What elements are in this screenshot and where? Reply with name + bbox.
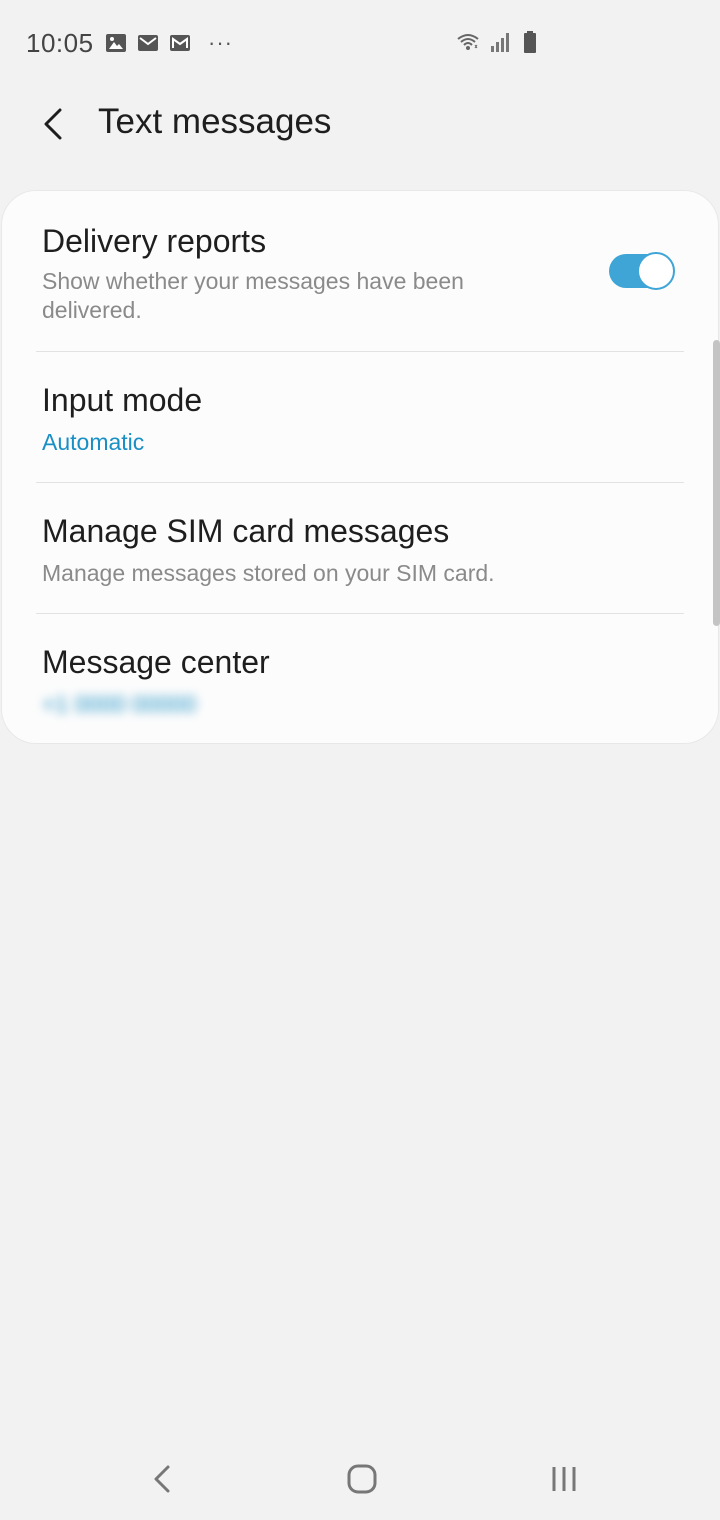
recents-nav-icon — [552, 1467, 576, 1491]
input-mode-title: Input mode — [42, 382, 203, 418]
manage-sim-title: Manage SIM card messages — [42, 513, 450, 549]
notification-icons: ··· — [104, 30, 233, 56]
status-bar: 10:05 ··· — [0, 0, 720, 88]
delivery-reports-subtitle: Show whether your messages have been del… — [42, 268, 464, 323]
settings-card: Delivery reports Show whether your messa… — [2, 191, 718, 743]
manage-sim-row[interactable]: Manage SIM card messages Manage messages… — [2, 483, 718, 613]
system-icons — [454, 30, 542, 54]
nav-back-button[interactable] — [132, 1454, 192, 1504]
nav-recents-button[interactable] — [534, 1454, 594, 1504]
home-nav-icon — [347, 1464, 377, 1494]
gmail-icon — [170, 35, 190, 51]
gallery-icon — [106, 34, 126, 52]
message-center-title: Message center — [42, 644, 270, 680]
back-nav-icon — [154, 1465, 170, 1493]
scroll-indicator[interactable] — [713, 340, 720, 626]
manage-sim-subtitle: Manage messages stored on your SIM card. — [42, 560, 495, 586]
toggle-knob — [637, 252, 675, 290]
nav-home-button[interactable] — [332, 1454, 392, 1504]
back-button[interactable] — [30, 98, 78, 150]
battery-icon — [524, 31, 536, 53]
delivery-reports-title: Delivery reports — [42, 223, 267, 259]
signal-icon — [491, 33, 509, 52]
app-bar: Text messages — [0, 88, 720, 168]
input-mode-row[interactable]: Input mode Automatic — [2, 352, 718, 482]
navigation-bar — [0, 1436, 720, 1520]
message-center-number: +1 0000 00000 — [42, 691, 197, 717]
chevron-left-icon — [44, 108, 62, 140]
delivery-reports-row[interactable]: Delivery reports Show whether your messa… — [2, 191, 718, 351]
input-mode-value: Automatic — [42, 429, 145, 455]
page-title: Text messages — [98, 102, 332, 141]
more-icon: ··· — [208, 30, 233, 55]
delivery-reports-toggle[interactable] — [609, 252, 675, 290]
status-time: 10:05 — [26, 28, 94, 58]
mail-icon — [138, 35, 158, 51]
wifi-icon — [457, 34, 479, 50]
message-center-row[interactable]: Message center +1 0000 00000 — [2, 614, 718, 743]
